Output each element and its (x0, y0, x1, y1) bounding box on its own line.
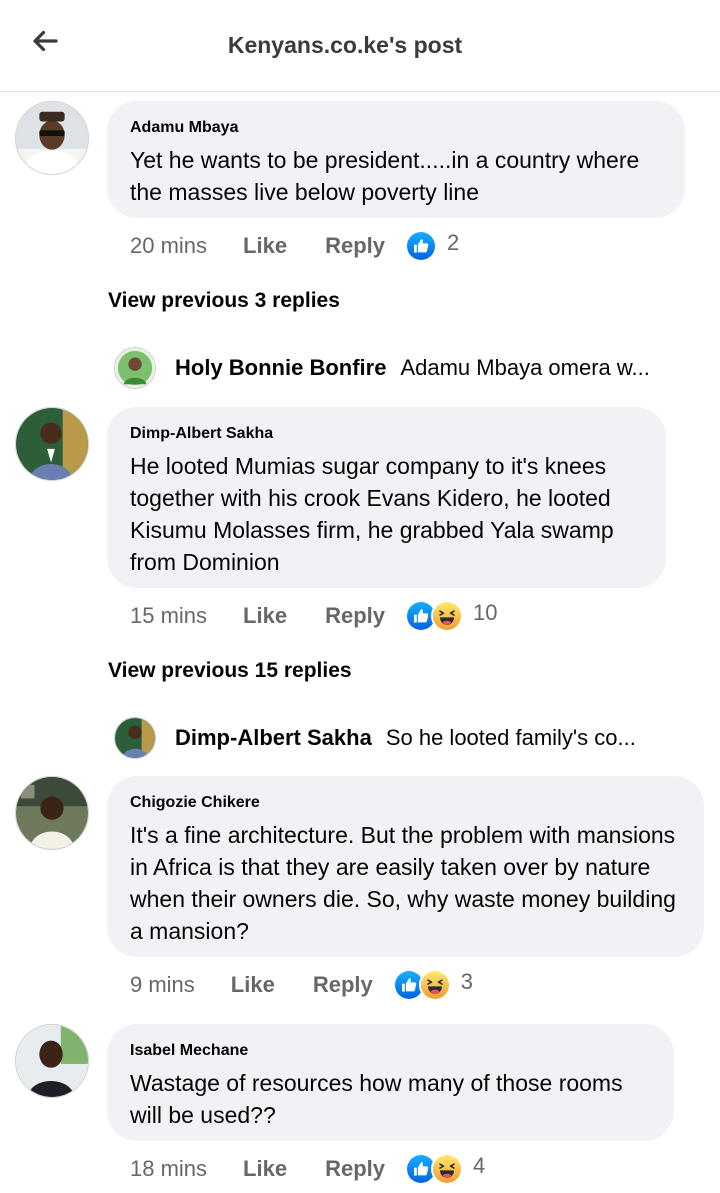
haha-icon (418, 969, 451, 1001)
reaction-summary[interactable]: 2 (405, 230, 459, 262)
avatar[interactable] (15, 407, 89, 481)
like-button[interactable]: Like (243, 1156, 287, 1182)
like-button[interactable]: Like (231, 972, 275, 998)
reaction-summary[interactable]: 10 (405, 600, 497, 632)
like-button[interactable]: Like (243, 233, 287, 259)
comment-bubble: Dimp-Albert Sakha He looted Mumias sugar… (107, 407, 666, 588)
avatar (114, 347, 156, 389)
view-previous-replies-link[interactable]: View previous 15 replies (108, 659, 352, 683)
comment-author[interactable]: Isabel Mechane (130, 1042, 650, 1060)
comment-author[interactable]: Chigozie Chikere (130, 794, 680, 812)
comment-text: He looted Mumias sugar company to it's k… (130, 453, 614, 575)
reply-button[interactable]: Reply (325, 1156, 385, 1182)
reply-button[interactable]: Reply (325, 603, 385, 629)
comment-actions: 9 mins Like Reply 3 (130, 968, 473, 1002)
reply-button[interactable]: Reply (325, 233, 385, 259)
avatar[interactable] (15, 776, 89, 850)
reply-snippet: Adamu Mbaya omera w... (400, 355, 650, 380)
reply-author[interactable]: Dimp-Albert Sakha (175, 725, 372, 751)
comment-actions: 15 mins Like Reply 10 (130, 599, 497, 633)
reaction-count: 4 (473, 1153, 486, 1178)
comment-timestamp[interactable]: 20 mins (130, 233, 207, 259)
avatar[interactable] (15, 1024, 89, 1098)
comment-text: It's a fine architecture. But the proble… (130, 822, 676, 944)
comment-timestamp[interactable]: 9 mins (130, 972, 195, 998)
haha-icon (431, 1153, 463, 1185)
reaction-count: 2 (447, 230, 460, 255)
view-previous-replies-link[interactable]: View previous 3 replies (108, 289, 340, 313)
haha-icon (431, 600, 463, 632)
reply-button[interactable]: Reply (313, 972, 373, 998)
comment-actions: 20 mins Like Reply 2 (130, 229, 459, 263)
avatar[interactable] (15, 101, 89, 175)
comment-text: Yet he wants to be president.....in a co… (130, 147, 640, 205)
reply-preview[interactable]: Holy Bonnie Bonfire Adamu Mbaya omera w.… (114, 347, 650, 389)
reaction-summary[interactable]: 3 (392, 969, 473, 1001)
comment-bubble: Isabel Mechane Wastage of resources how … (107, 1024, 674, 1141)
comment-author[interactable]: Adamu Mbaya (130, 119, 661, 137)
comment-timestamp[interactable]: 18 mins (130, 1156, 207, 1182)
post-header: Kenyans.co.ke's post (0, 0, 720, 92)
reaction-summary[interactable]: 4 (405, 1153, 485, 1185)
reaction-count: 3 (460, 969, 473, 994)
like-button[interactable]: Like (243, 603, 287, 629)
comment-timestamp[interactable]: 15 mins (130, 603, 207, 629)
reaction-count: 10 (473, 600, 498, 625)
like-icon (405, 230, 437, 262)
comment-author[interactable]: Dimp-Albert Sakha (130, 425, 642, 443)
comment-bubble: Adamu Mbaya Yet he wants to be president… (107, 101, 685, 218)
avatar (114, 717, 156, 759)
reply-author[interactable]: Holy Bonnie Bonfire (175, 355, 386, 381)
reply-snippet: So he looted family's co... (385, 725, 636, 750)
comment-actions: 18 mins Like Reply 4 (130, 1152, 485, 1186)
reply-preview[interactable]: Dimp-Albert Sakha So he looted family's … (114, 717, 636, 759)
comment-text: Wastage of resources how many of those r… (130, 1070, 623, 1128)
page-title: Kenyans.co.ke's post (227, 32, 463, 58)
comment-bubble: Chigozie Chikere It's a fine architectur… (107, 776, 704, 957)
